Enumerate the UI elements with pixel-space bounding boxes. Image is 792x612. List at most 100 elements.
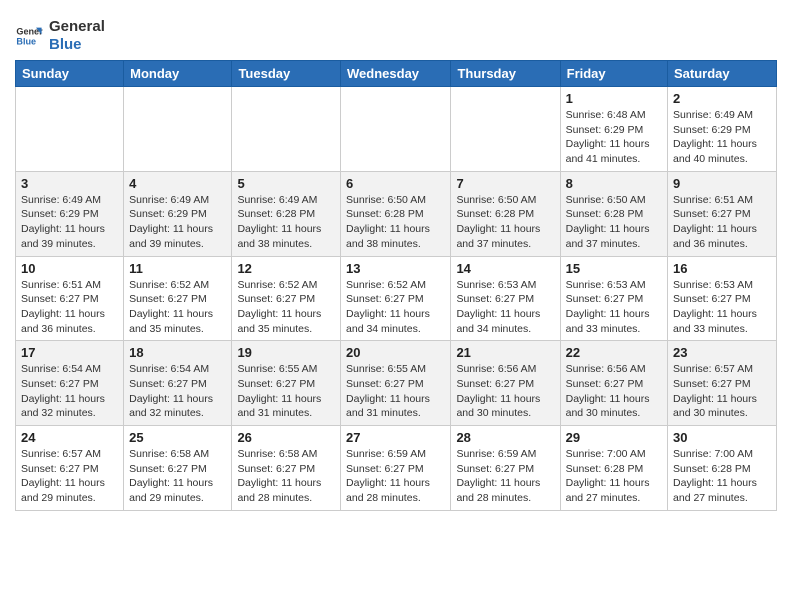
calendar-cell: 10 Sunrise: 6:51 AMSunset: 6:27 PMDayligh… bbox=[16, 256, 124, 341]
svg-text:Blue: Blue bbox=[16, 36, 36, 46]
day-number: 22 bbox=[566, 345, 662, 360]
weekday-header-tuesday: Tuesday bbox=[232, 61, 341, 87]
day-number: 12 bbox=[237, 261, 335, 276]
day-number: 13 bbox=[346, 261, 445, 276]
calendar-cell bbox=[16, 87, 124, 172]
day-info: Sunrise: 6:51 AMSunset: 6:27 PMDaylight:… bbox=[673, 193, 771, 252]
day-number: 20 bbox=[346, 345, 445, 360]
calendar-cell: 3 Sunrise: 6:49 AMSunset: 6:29 PMDaylight… bbox=[16, 171, 124, 256]
day-number: 24 bbox=[21, 430, 118, 445]
day-info: Sunrise: 6:55 AMSunset: 6:27 PMDaylight:… bbox=[346, 362, 445, 421]
day-number: 8 bbox=[566, 176, 662, 191]
calendar-week-2: 3 Sunrise: 6:49 AMSunset: 6:29 PMDaylight… bbox=[16, 171, 777, 256]
day-info: Sunrise: 6:54 AMSunset: 6:27 PMDaylight:… bbox=[129, 362, 226, 421]
calendar-week-5: 24 Sunrise: 6:57 AMSunset: 6:27 PMDayligh… bbox=[16, 426, 777, 511]
calendar-cell: 16 Sunrise: 6:53 AMSunset: 6:27 PMDayligh… bbox=[668, 256, 777, 341]
weekday-header-wednesday: Wednesday bbox=[341, 61, 451, 87]
day-number: 23 bbox=[673, 345, 771, 360]
calendar-cell: 26 Sunrise: 6:58 AMSunset: 6:27 PMDayligh… bbox=[232, 426, 341, 511]
weekday-header-row: SundayMondayTuesdayWednesdayThursdayFrid… bbox=[16, 61, 777, 87]
calendar-cell: 1 Sunrise: 6:48 AMSunset: 6:29 PMDaylight… bbox=[560, 87, 667, 172]
calendar-cell: 24 Sunrise: 6:57 AMSunset: 6:27 PMDayligh… bbox=[16, 426, 124, 511]
day-number: 18 bbox=[129, 345, 226, 360]
day-info: Sunrise: 6:49 AMSunset: 6:29 PMDaylight:… bbox=[673, 108, 771, 167]
calendar-week-4: 17 Sunrise: 6:54 AMSunset: 6:27 PMDayligh… bbox=[16, 341, 777, 426]
calendar-cell: 15 Sunrise: 6:53 AMSunset: 6:27 PMDayligh… bbox=[560, 256, 667, 341]
day-number: 27 bbox=[346, 430, 445, 445]
calendar-cell: 23 Sunrise: 6:57 AMSunset: 6:27 PMDayligh… bbox=[668, 341, 777, 426]
day-info: Sunrise: 6:50 AMSunset: 6:28 PMDaylight:… bbox=[456, 193, 554, 252]
weekday-header-friday: Friday bbox=[560, 61, 667, 87]
day-info: Sunrise: 6:54 AMSunset: 6:27 PMDaylight:… bbox=[21, 362, 118, 421]
day-number: 15 bbox=[566, 261, 662, 276]
day-info: Sunrise: 6:59 AMSunset: 6:27 PMDaylight:… bbox=[456, 447, 554, 506]
day-info: Sunrise: 6:53 AMSunset: 6:27 PMDaylight:… bbox=[673, 278, 771, 337]
calendar-cell: 18 Sunrise: 6:54 AMSunset: 6:27 PMDayligh… bbox=[124, 341, 232, 426]
calendar-cell: 21Sunrise: 6:56 AMSunset: 6:27 PMDayligh… bbox=[451, 341, 560, 426]
day-info: Sunrise: 6:52 AMSunset: 6:27 PMDaylight:… bbox=[237, 278, 335, 337]
logo: General Blue General Blue bbox=[15, 18, 105, 54]
day-number: 5 bbox=[237, 176, 335, 191]
calendar-table: SundayMondayTuesdayWednesdayThursdayFrid… bbox=[15, 60, 777, 511]
day-info: Sunrise: 6:53 AMSunset: 6:27 PMDaylight:… bbox=[566, 278, 662, 337]
weekday-header-thursday: Thursday bbox=[451, 61, 560, 87]
day-info: Sunrise: 6:55 AMSunset: 6:27 PMDaylight:… bbox=[237, 362, 335, 421]
day-number: 26 bbox=[237, 430, 335, 445]
calendar-cell: 8Sunrise: 6:50 AMSunset: 6:28 PMDaylight… bbox=[560, 171, 667, 256]
day-info: Sunrise: 6:59 AMSunset: 6:27 PMDaylight:… bbox=[346, 447, 445, 506]
day-number: 4 bbox=[129, 176, 226, 191]
day-info: Sunrise: 6:58 AMSunset: 6:27 PMDaylight:… bbox=[237, 447, 335, 506]
day-info: Sunrise: 6:49 AMSunset: 6:29 PMDaylight:… bbox=[129, 193, 226, 252]
calendar-cell: 27 Sunrise: 6:59 AMSunset: 6:27 PMDayligh… bbox=[341, 426, 451, 511]
day-info: Sunrise: 6:49 AMSunset: 6:28 PMDaylight:… bbox=[237, 193, 335, 252]
calendar-cell: 11 Sunrise: 6:52 AMSunset: 6:27 PMDayligh… bbox=[124, 256, 232, 341]
logo-icon: General Blue bbox=[15, 22, 43, 50]
day-info: Sunrise: 6:57 AMSunset: 6:27 PMDaylight:… bbox=[673, 362, 771, 421]
day-number: 9 bbox=[673, 176, 771, 191]
day-number: 25 bbox=[129, 430, 226, 445]
day-info: Sunrise: 6:49 AMSunset: 6:29 PMDaylight:… bbox=[21, 193, 118, 252]
day-info: Sunrise: 6:56 AMSunset: 6:27 PMDaylight:… bbox=[456, 362, 554, 421]
day-number: 2 bbox=[673, 91, 771, 106]
header: General Blue General Blue bbox=[15, 10, 777, 54]
day-number: 17 bbox=[21, 345, 118, 360]
day-number: 3 bbox=[21, 176, 118, 191]
day-info: Sunrise: 6:58 AMSunset: 6:27 PMDaylight:… bbox=[129, 447, 226, 506]
day-number: 16 bbox=[673, 261, 771, 276]
day-number: 10 bbox=[21, 261, 118, 276]
day-info: Sunrise: 6:53 AMSunset: 6:27 PMDaylight:… bbox=[456, 278, 554, 337]
calendar-cell: 19Sunrise: 6:55 AMSunset: 6:27 PMDayligh… bbox=[232, 341, 341, 426]
calendar-cell bbox=[232, 87, 341, 172]
calendar-cell: 20 Sunrise: 6:55 AMSunset: 6:27 PMDayligh… bbox=[341, 341, 451, 426]
day-info: Sunrise: 6:57 AMSunset: 6:27 PMDaylight:… bbox=[21, 447, 118, 506]
calendar-cell: 14 Sunrise: 6:53 AMSunset: 6:27 PMDayligh… bbox=[451, 256, 560, 341]
calendar-cell: 30Sunrise: 7:00 AMSunset: 6:28 PMDayligh… bbox=[668, 426, 777, 511]
day-number: 11 bbox=[129, 261, 226, 276]
day-number: 29 bbox=[566, 430, 662, 445]
calendar-cell: 12 Sunrise: 6:52 AMSunset: 6:27 PMDayligh… bbox=[232, 256, 341, 341]
calendar-cell bbox=[124, 87, 232, 172]
logo-blue: Blue bbox=[49, 36, 105, 54]
calendar-cell: 22 Sunrise: 6:56 AMSunset: 6:27 PMDayligh… bbox=[560, 341, 667, 426]
calendar-week-1: 1 Sunrise: 6:48 AMSunset: 6:29 PMDaylight… bbox=[16, 87, 777, 172]
calendar-week-3: 10 Sunrise: 6:51 AMSunset: 6:27 PMDayligh… bbox=[16, 256, 777, 341]
day-info: Sunrise: 6:52 AMSunset: 6:27 PMDaylight:… bbox=[129, 278, 226, 337]
day-info: Sunrise: 6:50 AMSunset: 6:28 PMDaylight:… bbox=[346, 193, 445, 252]
calendar-cell: 5 Sunrise: 6:49 AMSunset: 6:28 PMDaylight… bbox=[232, 171, 341, 256]
day-info: Sunrise: 6:56 AMSunset: 6:27 PMDaylight:… bbox=[566, 362, 662, 421]
day-number: 1 bbox=[566, 91, 662, 106]
calendar-cell: 25 Sunrise: 6:58 AMSunset: 6:27 PMDayligh… bbox=[124, 426, 232, 511]
day-info: Sunrise: 7:00 AMSunset: 6:28 PMDaylight:… bbox=[566, 447, 662, 506]
calendar-cell: 6 Sunrise: 6:50 AMSunset: 6:28 PMDaylight… bbox=[341, 171, 451, 256]
day-number: 7 bbox=[456, 176, 554, 191]
logo-general: General bbox=[49, 18, 105, 36]
day-number: 28 bbox=[456, 430, 554, 445]
day-number: 6 bbox=[346, 176, 445, 191]
day-number: 14 bbox=[456, 261, 554, 276]
day-info: Sunrise: 6:52 AMSunset: 6:27 PMDaylight:… bbox=[346, 278, 445, 337]
day-info: Sunrise: 6:51 AMSunset: 6:27 PMDaylight:… bbox=[21, 278, 118, 337]
day-info: Sunrise: 6:48 AMSunset: 6:29 PMDaylight:… bbox=[566, 108, 662, 167]
calendar-cell: 2 Sunrise: 6:49 AMSunset: 6:29 PMDaylight… bbox=[668, 87, 777, 172]
calendar-cell: 9 Sunrise: 6:51 AMSunset: 6:27 PMDaylight… bbox=[668, 171, 777, 256]
calendar-cell bbox=[341, 87, 451, 172]
